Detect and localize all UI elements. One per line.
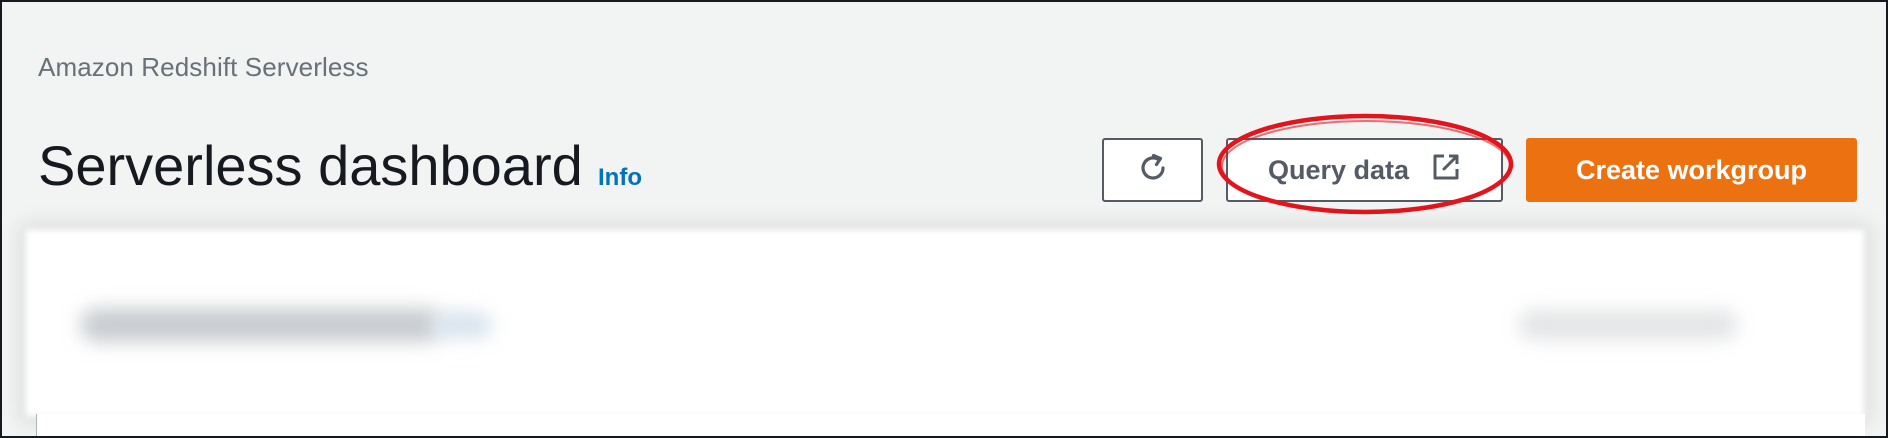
blurred-heading xyxy=(80,308,442,342)
page-title: Serverless dashboard xyxy=(38,134,583,197)
query-data-label: Query data xyxy=(1267,154,1410,185)
app-window: Amazon Redshift Serverless Serverless da… xyxy=(0,0,1888,438)
query-data-button[interactable]: Query data xyxy=(1226,138,1503,202)
blurred-link xyxy=(432,312,492,338)
content-panel-edge xyxy=(36,414,1865,436)
create-workgroup-button[interactable]: Create workgroup xyxy=(1526,138,1857,202)
breadcrumb[interactable]: Amazon Redshift Serverless xyxy=(38,52,369,83)
blurred-control xyxy=(1518,310,1738,340)
info-link[interactable]: Info xyxy=(598,164,642,192)
external-link-icon xyxy=(1431,152,1461,189)
refresh-icon xyxy=(1136,151,1170,190)
refresh-button[interactable] xyxy=(1102,138,1203,202)
